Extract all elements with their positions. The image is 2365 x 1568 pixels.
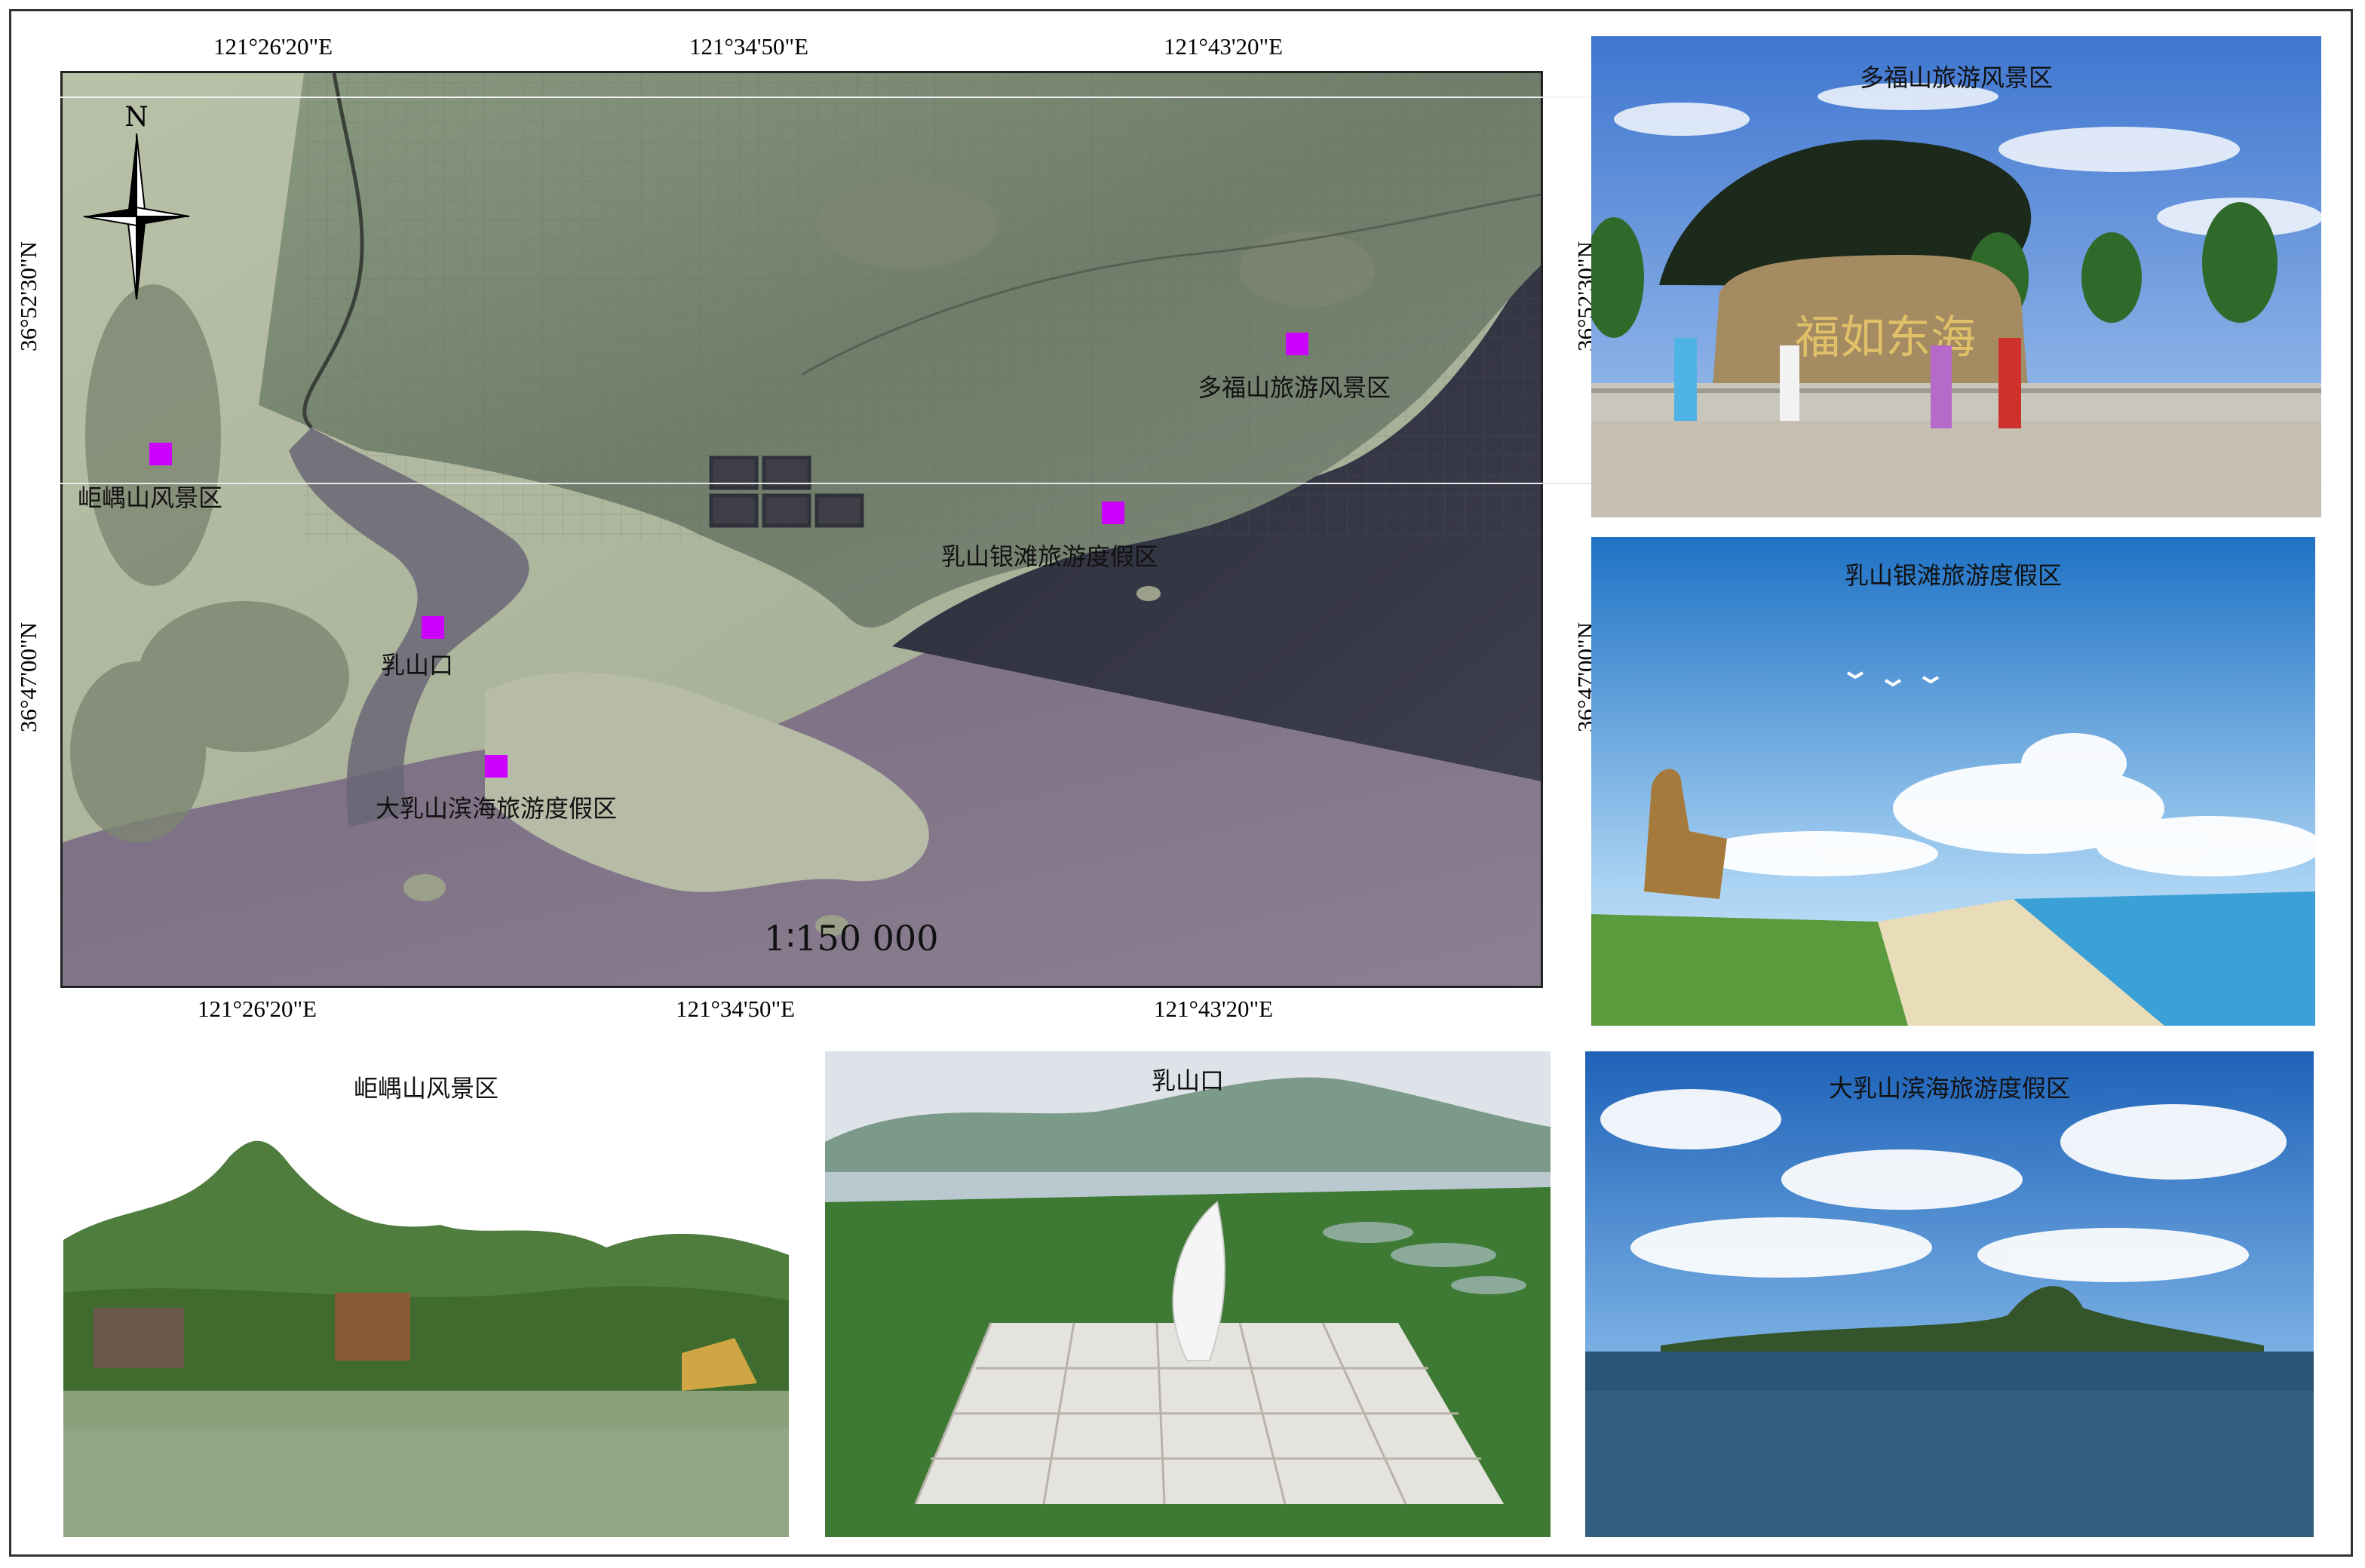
photo-duofu: 福如东海 多福山旅游风景区 <box>1591 36 2321 517</box>
photo-juyu-title: 岠嵎山风景区 <box>353 1074 498 1103</box>
bottom-lon-label-1: 121°26'20"E <box>198 996 317 1022</box>
marker-juyu[interactable] <box>149 443 172 465</box>
label-rushankou: 乳山口 <box>381 651 454 680</box>
photo-yintan-title: 乳山银滩旅游度假区 <box>1844 561 2062 590</box>
marker-rushankou[interactable] <box>422 616 444 639</box>
photo-duofu-title: 多福山旅游风景区 <box>1859 63 2053 92</box>
top-lon-label-3: 121°43'20"E <box>1164 33 1284 60</box>
label-duofu: 多福山旅游风景区 <box>1198 373 1391 402</box>
left-lat-label-1: 36°52'30"N <box>15 241 42 352</box>
bottom-lon-label-3: 121°43'20"E <box>1154 996 1274 1022</box>
marker-yintan[interactable] <box>1102 502 1124 524</box>
photo-darushan-title: 大乳山滨海旅游度假区 <box>1828 1074 2070 1103</box>
top-lon-label-2: 121°34'50"E <box>689 33 809 60</box>
north-arrow-icon: N <box>83 103 190 299</box>
north-label: N <box>124 103 149 133</box>
bottom-lon-label-2: 121°34'50"E <box>676 996 796 1022</box>
photo-yintan-image <box>1591 537 2315 1026</box>
label-darushan: 大乳山滨海旅游度假区 <box>376 794 618 823</box>
photo-juyu-image <box>63 1051 789 1537</box>
photo-duofu-image: 福如东海 <box>1591 36 2321 517</box>
satellite-map: N 多福山旅游风景区 岠嵎山风景区 乳山银滩旅游度假区 乳山口 大乳山滨海旅游度… <box>60 71 1543 988</box>
scale-text: 1∶150 000 <box>764 918 939 959</box>
top-lon-label-1: 121°26'20"E <box>213 33 333 60</box>
marker-duofu[interactable] <box>1286 333 1308 355</box>
photo-rushankou: 乳山口 <box>825 1051 1551 1537</box>
photo-rushankou-title: 乳山口 <box>1151 1066 1224 1095</box>
satellite-image <box>63 73 1541 986</box>
photo-rushankou-image <box>825 1051 1551 1537</box>
photo-darushan: 大乳山滨海旅游度假区 <box>1585 1051 2314 1537</box>
left-lat-label-2: 36°47'00"N <box>15 621 42 733</box>
photo-yintan: 乳山银滩旅游度假区 <box>1591 537 2315 1026</box>
photo-juyu: 岠嵎山风景区 <box>63 1051 789 1537</box>
marker-darushan[interactable] <box>485 755 508 778</box>
photo-darushan-image <box>1585 1051 2314 1537</box>
label-yintan: 乳山银滩旅游度假区 <box>941 542 1159 571</box>
